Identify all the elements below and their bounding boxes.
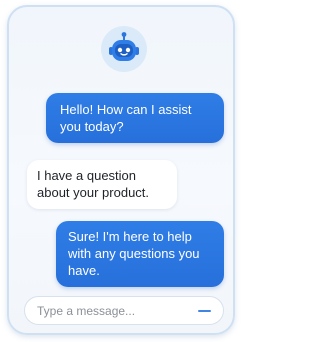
bot-message-bubble: Hello! How can I assist you today?: [46, 93, 224, 143]
bot-message-bubble: Sure! I'm here to help with any question…: [56, 221, 224, 287]
robot-icon: [106, 31, 142, 67]
bot-avatar: [101, 26, 147, 72]
message-composer: [24, 296, 224, 325]
chat-window: Hello! How can I assist you today? I hav…: [7, 5, 235, 335]
message-input[interactable]: [25, 297, 187, 324]
user-message-bubble: I have a question about your product.: [27, 160, 177, 209]
send-icon[interactable]: [198, 310, 211, 312]
